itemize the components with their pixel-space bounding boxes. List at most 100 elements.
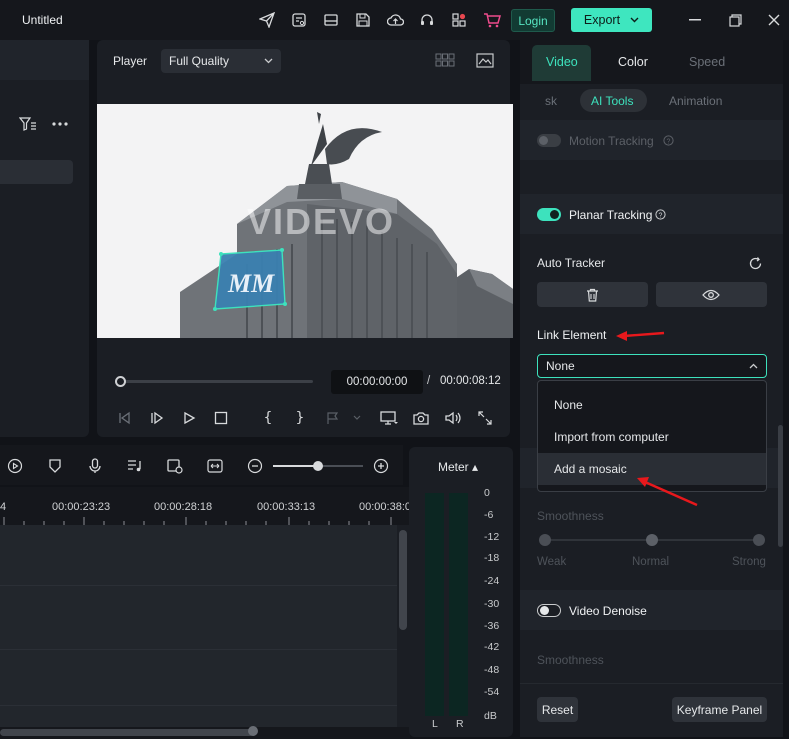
speed-play-icon[interactable] (6, 457, 24, 475)
zoom-slider-handle[interactable] (313, 461, 323, 471)
volume-icon[interactable] (444, 409, 462, 427)
login-button[interactable]: Login (511, 9, 555, 32)
audio-list-icon[interactable] (126, 457, 144, 475)
save-icon[interactable] (354, 11, 372, 29)
smoothness-stop-weak[interactable] (539, 534, 551, 546)
meter-channel-left: L (432, 718, 438, 730)
fit-width-icon[interactable] (206, 457, 224, 475)
meter-bar-left (425, 493, 444, 716)
cloud-upload-icon[interactable] (386, 11, 404, 29)
dropdown-option-import[interactable]: Import from computer (538, 421, 766, 453)
help-icon[interactable]: ? (654, 208, 666, 220)
reset-button[interactable]: Reset (537, 697, 578, 722)
layout-icon[interactable] (322, 11, 340, 29)
trash-icon (584, 287, 600, 302)
time-separator: / (427, 375, 431, 387)
timeline-scroll-handle[interactable] (248, 726, 258, 736)
tab-speed[interactable]: Speed (689, 55, 725, 69)
display-settings-icon[interactable] (378, 409, 400, 427)
zoom-in-icon[interactable] (372, 457, 390, 475)
clip-speed-icon[interactable] (166, 457, 184, 475)
meter-scale-label: -54 (484, 686, 500, 698)
planar-tracking-toggle[interactable] (537, 208, 561, 221)
chevron-down-icon (264, 58, 273, 64)
properties-scroll-thumb[interactable] (778, 425, 783, 547)
motion-tracking-toggle[interactable] (537, 134, 561, 147)
close-icon[interactable] (766, 12, 782, 28)
chevron-up-icon (749, 363, 758, 369)
minimize-icon[interactable] (687, 12, 703, 28)
delete-tracking-button[interactable] (537, 282, 648, 307)
meter-scale-label: -42 (484, 641, 500, 653)
tab-color[interactable]: Color (618, 55, 648, 69)
smoothness-handle[interactable] (646, 534, 658, 546)
meter-scale-label: dB (484, 710, 497, 722)
denoise-smoothness-label: Smoothness (537, 653, 604, 667)
smoothness-label: Smoothness (537, 509, 604, 523)
meter-scale-label: -24 (484, 575, 500, 587)
dropdown-option-mosaic[interactable]: Add a mosaic (538, 453, 766, 485)
timeline-tracks[interactable] (0, 525, 397, 727)
auto-tracker-label: Auto Tracker (537, 256, 606, 270)
timeline-ruler[interactable]: 4 00:00:23:23 00:00:28:18 00:00:33:13 00… (0, 487, 411, 525)
zoom-slider-fill (273, 465, 318, 467)
planar-tracking-label: Planar Tracking (569, 208, 653, 222)
play-icon[interactable] (180, 409, 198, 427)
export-label: Export (583, 13, 621, 27)
mark-in-icon[interactable]: { (259, 409, 277, 427)
clipboard-settings-icon[interactable] (290, 11, 308, 29)
meter-scale-label: 0 (484, 487, 490, 499)
headset-icon[interactable] (418, 11, 436, 29)
project-title: Untitled (22, 13, 63, 27)
smoothness-normal-label: Normal (632, 556, 670, 568)
help-icon[interactable]: ? (662, 134, 674, 146)
meter-scale-label: -30 (484, 598, 500, 610)
send-icon[interactable] (258, 11, 276, 29)
keyframe-panel-button[interactable]: Keyframe Panel (672, 697, 767, 722)
shield-icon[interactable] (46, 457, 64, 475)
stop-icon[interactable] (212, 409, 230, 427)
quality-select[interactable]: Full Quality (161, 49, 281, 73)
subtab-animation[interactable]: Animation (669, 94, 722, 108)
mark-out-icon[interactable]: } (291, 409, 309, 427)
eye-icon (701, 287, 721, 302)
ruler-label: 00:00:38:0 (359, 501, 411, 513)
camera-icon[interactable] (412, 409, 430, 427)
apps-grid-icon[interactable] (450, 11, 468, 29)
refresh-icon[interactable] (746, 254, 764, 272)
smoothness-stop-strong[interactable] (753, 534, 765, 546)
media-search-input[interactable] (0, 160, 73, 184)
restore-icon[interactable] (727, 12, 743, 28)
video-preview[interactable]: VIDEVO MM (97, 104, 513, 338)
preview-tracking-button[interactable] (656, 282, 767, 307)
cart-icon[interactable] (482, 10, 502, 30)
timeline-horizontal-scroll-thumb[interactable] (0, 729, 254, 736)
grid-view-icon[interactable] (434, 52, 456, 68)
filter-icon[interactable] (18, 116, 38, 132)
seek-bar[interactable] (120, 380, 313, 383)
video-denoise-toggle[interactable] (537, 604, 561, 617)
previous-frame-icon[interactable] (116, 409, 134, 427)
link-element-select[interactable]: None (537, 354, 767, 378)
zoom-out-icon[interactable] (246, 457, 264, 475)
more-icon[interactable] (50, 116, 70, 132)
meter-scale-label: -36 (484, 620, 500, 632)
seek-handle[interactable] (114, 376, 126, 387)
link-element-value: None (546, 359, 575, 373)
meter-title[interactable]: Meter ▴ (438, 460, 478, 474)
player-label: Player (113, 54, 148, 68)
play-frame-icon[interactable] (148, 409, 166, 427)
export-button[interactable]: Export (571, 8, 652, 32)
media-panel-header (0, 40, 89, 80)
image-snapshot-icon[interactable] (475, 51, 495, 69)
dropdown-option-none[interactable]: None (538, 389, 766, 421)
microphone-icon[interactable] (86, 457, 104, 475)
subtab-mask[interactable]: sk (545, 94, 557, 108)
subtab-ai-tools[interactable]: AI Tools (591, 94, 633, 108)
fullscreen-icon[interactable] (476, 409, 494, 427)
timeline-vertical-scroll-thumb[interactable] (399, 530, 407, 630)
marker-dropdown-icon[interactable] (324, 409, 364, 427)
tab-video[interactable]: Video (546, 55, 578, 69)
video-denoise-label: Video Denoise (569, 604, 647, 618)
link-element-dropdown: None Import from computer Add a mosaic (537, 380, 767, 492)
